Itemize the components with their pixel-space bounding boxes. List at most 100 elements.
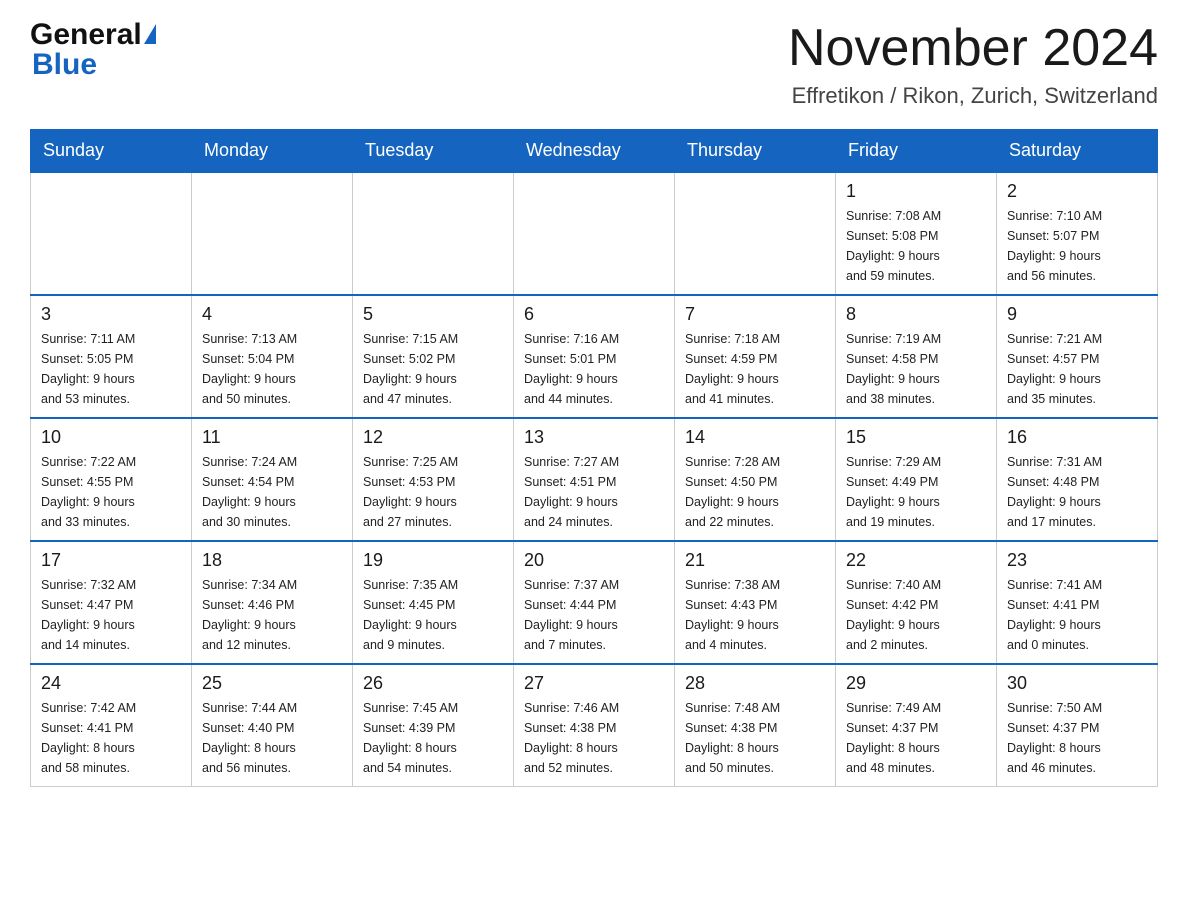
- day-number: 16: [1007, 427, 1147, 448]
- calendar-day-cell: 26Sunrise: 7:45 AMSunset: 4:39 PMDayligh…: [353, 664, 514, 787]
- calendar-day-cell: 21 Sunrise: 7:38 AMSunset: 4:43 PMDayligh…: [675, 541, 836, 664]
- calendar-day-cell: 14 Sunrise: 7:28 AMSunset: 4:50 PMDayligh…: [675, 418, 836, 541]
- calendar-day-cell: 13Sunrise: 7:27 AMSunset: 4:51 PMDayligh…: [514, 418, 675, 541]
- day-info: Sunrise: 7:22 AMSunset: 4:55 PMDaylight:…: [41, 452, 181, 532]
- logo: General Blue: [30, 20, 156, 80]
- calendar-day-cell: 28 Sunrise: 7:48 AMSunset: 4:38 PMDayligh…: [675, 664, 836, 787]
- calendar-day-cell: [353, 172, 514, 295]
- day-info: Sunrise: 7:28 AMSunset: 4:50 PMDaylight:…: [685, 452, 825, 532]
- calendar-day-cell: 27 Sunrise: 7:46 AMSunset: 4:38 PMDayligh…: [514, 664, 675, 787]
- day-number: 10: [41, 427, 181, 448]
- calendar-day-cell: 22 Sunrise: 7:40 AMSunset: 4:42 PMDayligh…: [836, 541, 997, 664]
- logo-arrow-icon: [144, 24, 156, 44]
- day-number: 3: [41, 304, 181, 325]
- calendar-day-cell: 25Sunrise: 7:44 AMSunset: 4:40 PMDayligh…: [192, 664, 353, 787]
- calendar-day-cell: 19 Sunrise: 7:35 AMSunset: 4:45 PMDayligh…: [353, 541, 514, 664]
- calendar-day-header: Wednesday: [514, 130, 675, 173]
- day-info: Sunrise: 7:24 AMSunset: 4:54 PMDaylight:…: [202, 452, 342, 532]
- calendar-week-row: 24 Sunrise: 7:42 AMSunset: 4:41 PMDayligh…: [31, 664, 1158, 787]
- calendar-day-cell: [675, 172, 836, 295]
- day-number: 21: [685, 550, 825, 571]
- day-number: 25: [202, 673, 342, 694]
- day-info: Sunrise: 7:32 AMSunset: 4:47 PMDaylight:…: [41, 575, 181, 655]
- day-info: Sunrise: 7:42 AMSunset: 4:41 PMDaylight:…: [41, 698, 181, 778]
- day-number: 11: [202, 427, 342, 448]
- day-info: Sunrise: 7:18 AMSunset: 4:59 PMDaylight:…: [685, 329, 825, 409]
- calendar-day-cell: 24 Sunrise: 7:42 AMSunset: 4:41 PMDayligh…: [31, 664, 192, 787]
- calendar-day-header: Monday: [192, 130, 353, 173]
- day-info: Sunrise: 7:41 AMSunset: 4:41 PMDaylight:…: [1007, 575, 1147, 655]
- calendar-day-cell: 6Sunrise: 7:16 AMSunset: 5:01 PMDaylight…: [514, 295, 675, 418]
- calendar-day-cell: [192, 172, 353, 295]
- location-title: Effretikon / Rikon, Zurich, Switzerland: [788, 83, 1158, 109]
- logo-general: General: [30, 20, 142, 50]
- day-info: Sunrise: 7:40 AMSunset: 4:42 PMDaylight:…: [846, 575, 986, 655]
- day-number: 22: [846, 550, 986, 571]
- calendar-day-cell: 23 Sunrise: 7:41 AMSunset: 4:41 PMDayligh…: [997, 541, 1158, 664]
- day-number: 5: [363, 304, 503, 325]
- day-info: Sunrise: 7:15 AMSunset: 5:02 PMDaylight:…: [363, 329, 503, 409]
- day-info: Sunrise: 7:16 AMSunset: 5:01 PMDaylight:…: [524, 329, 664, 409]
- calendar-day-header: Tuesday: [353, 130, 514, 173]
- day-info: Sunrise: 7:45 AMSunset: 4:39 PMDaylight:…: [363, 698, 503, 778]
- day-number: 17: [41, 550, 181, 571]
- day-number: 1: [846, 181, 986, 202]
- day-info: Sunrise: 7:48 AMSunset: 4:38 PMDaylight:…: [685, 698, 825, 778]
- calendar-day-cell: 5 Sunrise: 7:15 AMSunset: 5:02 PMDaylight…: [353, 295, 514, 418]
- day-number: 2: [1007, 181, 1147, 202]
- calendar-day-cell: [31, 172, 192, 295]
- calendar-week-row: 17 Sunrise: 7:32 AMSunset: 4:47 PMDayligh…: [31, 541, 1158, 664]
- day-info: Sunrise: 7:37 AMSunset: 4:44 PMDaylight:…: [524, 575, 664, 655]
- day-info: Sunrise: 7:25 AMSunset: 4:53 PMDaylight:…: [363, 452, 503, 532]
- title-area: November 2024 Effretikon / Rikon, Zurich…: [788, 20, 1158, 109]
- day-info: Sunrise: 7:13 AMSunset: 5:04 PMDaylight:…: [202, 329, 342, 409]
- day-info: Sunrise: 7:50 AMSunset: 4:37 PMDaylight:…: [1007, 698, 1147, 778]
- day-number: 30: [1007, 673, 1147, 694]
- day-number: 7: [685, 304, 825, 325]
- day-number: 27: [524, 673, 664, 694]
- day-number: 23: [1007, 550, 1147, 571]
- calendar-day-cell: 10 Sunrise: 7:22 AMSunset: 4:55 PMDayligh…: [31, 418, 192, 541]
- day-number: 4: [202, 304, 342, 325]
- calendar-day-header: Thursday: [675, 130, 836, 173]
- calendar-day-cell: 30 Sunrise: 7:50 AMSunset: 4:37 PMDayligh…: [997, 664, 1158, 787]
- day-info: Sunrise: 7:11 AMSunset: 5:05 PMDaylight:…: [41, 329, 181, 409]
- header: General Blue November 2024 Effretikon / …: [30, 20, 1158, 109]
- calendar-day-cell: 17 Sunrise: 7:32 AMSunset: 4:47 PMDayligh…: [31, 541, 192, 664]
- calendar-day-cell: 1Sunrise: 7:08 AMSunset: 5:08 PMDaylight…: [836, 172, 997, 295]
- day-info: Sunrise: 7:31 AMSunset: 4:48 PMDaylight:…: [1007, 452, 1147, 532]
- day-info: Sunrise: 7:35 AMSunset: 4:45 PMDaylight:…: [363, 575, 503, 655]
- calendar-day-cell: 8Sunrise: 7:19 AMSunset: 4:58 PMDaylight…: [836, 295, 997, 418]
- day-info: Sunrise: 7:46 AMSunset: 4:38 PMDaylight:…: [524, 698, 664, 778]
- calendar-week-row: 1Sunrise: 7:08 AMSunset: 5:08 PMDaylight…: [31, 172, 1158, 295]
- day-number: 9: [1007, 304, 1147, 325]
- calendar-day-header: Sunday: [31, 130, 192, 173]
- day-info: Sunrise: 7:29 AMSunset: 4:49 PMDaylight:…: [846, 452, 986, 532]
- day-number: 14: [685, 427, 825, 448]
- month-title: November 2024: [788, 20, 1158, 77]
- logo-blue: Blue: [32, 50, 97, 80]
- calendar-day-cell: 2 Sunrise: 7:10 AMSunset: 5:07 PMDaylight…: [997, 172, 1158, 295]
- calendar-week-row: 10 Sunrise: 7:22 AMSunset: 4:55 PMDayligh…: [31, 418, 1158, 541]
- day-number: 8: [846, 304, 986, 325]
- day-number: 24: [41, 673, 181, 694]
- calendar-day-cell: 29Sunrise: 7:49 AMSunset: 4:37 PMDayligh…: [836, 664, 997, 787]
- day-info: Sunrise: 7:38 AMSunset: 4:43 PMDaylight:…: [685, 575, 825, 655]
- day-info: Sunrise: 7:34 AMSunset: 4:46 PMDaylight:…: [202, 575, 342, 655]
- day-number: 29: [846, 673, 986, 694]
- calendar-day-cell: 3 Sunrise: 7:11 AMSunset: 5:05 PMDaylight…: [31, 295, 192, 418]
- day-number: 19: [363, 550, 503, 571]
- calendar-day-cell: 11 Sunrise: 7:24 AMSunset: 4:54 PMDayligh…: [192, 418, 353, 541]
- calendar-header-row: SundayMondayTuesdayWednesdayThursdayFrid…: [31, 130, 1158, 173]
- calendar-day-cell: [514, 172, 675, 295]
- day-number: 28: [685, 673, 825, 694]
- day-number: 18: [202, 550, 342, 571]
- calendar-day-cell: 20 Sunrise: 7:37 AMSunset: 4:44 PMDayligh…: [514, 541, 675, 664]
- calendar-week-row: 3 Sunrise: 7:11 AMSunset: 5:05 PMDaylight…: [31, 295, 1158, 418]
- day-info: Sunrise: 7:10 AMSunset: 5:07 PMDaylight:…: [1007, 206, 1147, 286]
- calendar-day-cell: 7 Sunrise: 7:18 AMSunset: 4:59 PMDaylight…: [675, 295, 836, 418]
- calendar-day-cell: 12Sunrise: 7:25 AMSunset: 4:53 PMDayligh…: [353, 418, 514, 541]
- calendar-day-cell: 4 Sunrise: 7:13 AMSunset: 5:04 PMDaylight…: [192, 295, 353, 418]
- calendar-table: SundayMondayTuesdayWednesdayThursdayFrid…: [30, 129, 1158, 787]
- day-number: 20: [524, 550, 664, 571]
